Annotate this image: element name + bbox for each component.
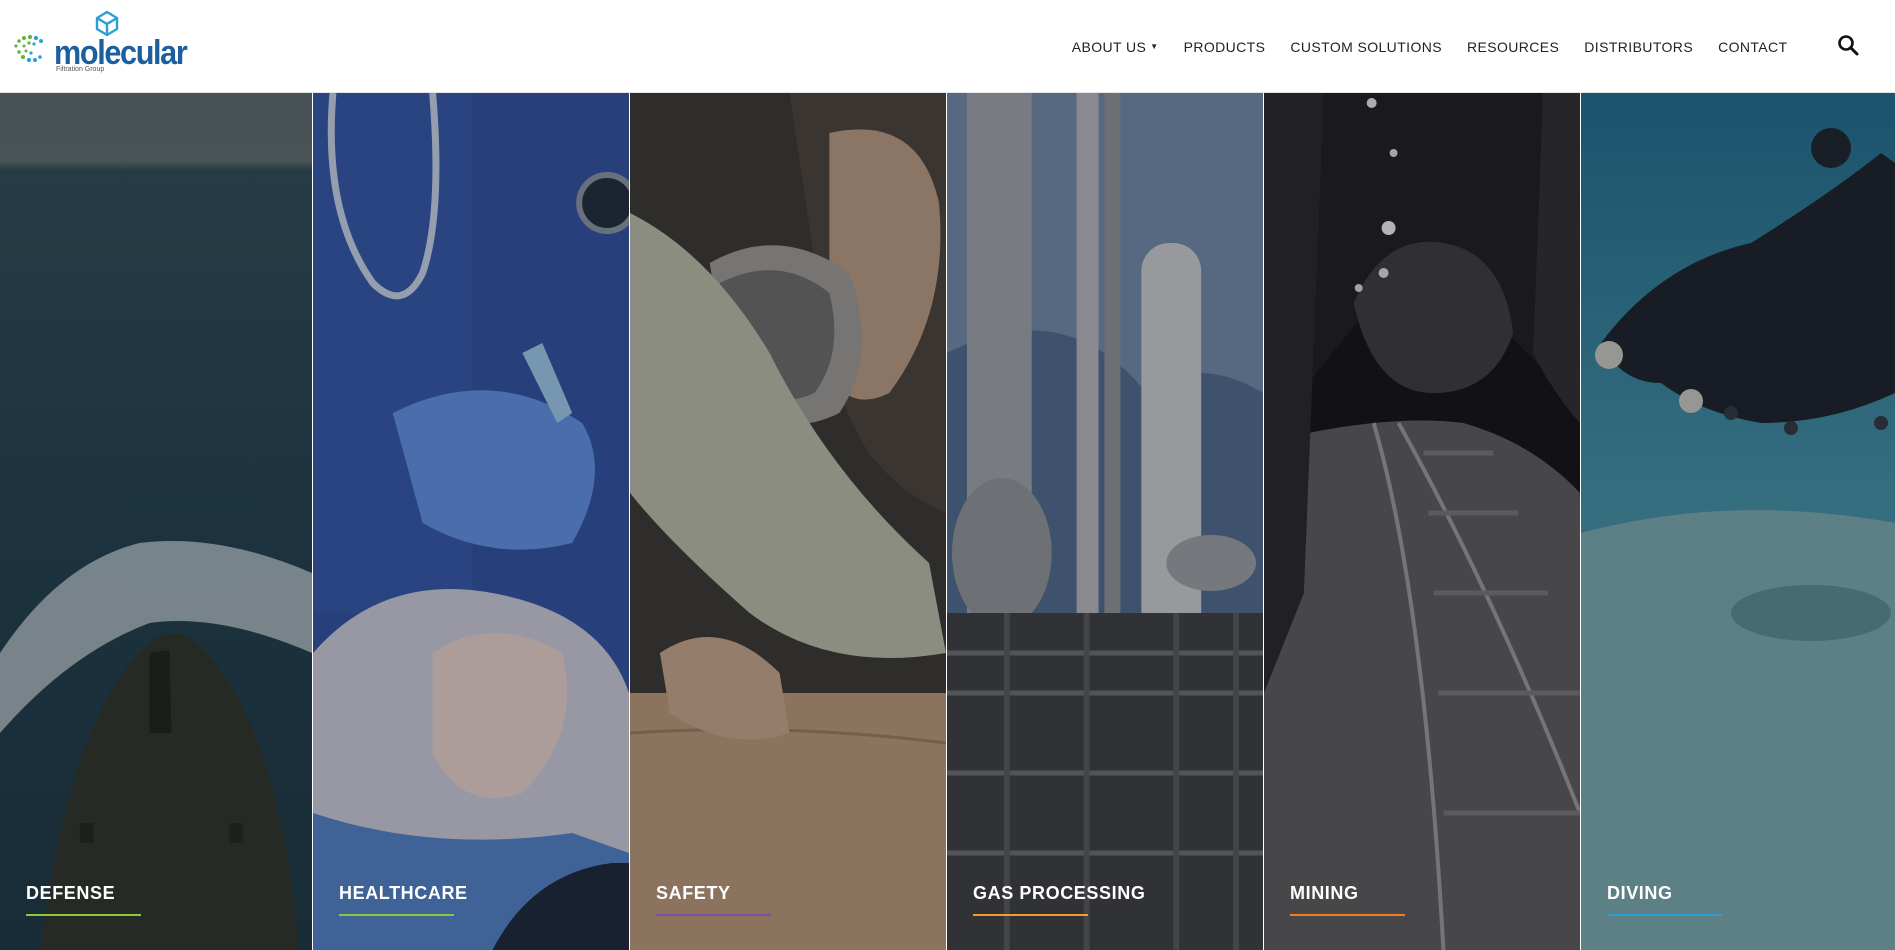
- industry-panels: DEFENSE HEALTHCARE SAFETY GAS PROCESSING…: [0, 93, 1895, 950]
- nav-item-label: ABOUT US: [1071, 38, 1147, 55]
- panel-label: DIVING: [1607, 883, 1673, 903]
- hexagon-cube-icon: [95, 10, 119, 37]
- main-nav: ABOUT US ▼ PRODUCTS CUSTOM SOLUTIONS RES…: [1059, 0, 1800, 93]
- nav-item-products[interactable]: PRODUCTS: [1171, 39, 1278, 55]
- molecular-logo[interactable]: molecular Filtration Group: [10, 10, 188, 80]
- logo-tagline: Filtration Group: [56, 66, 105, 73]
- panel-defense[interactable]: DEFENSE: [0, 93, 313, 950]
- panel-label: DEFENSE: [26, 883, 116, 903]
- panel-label: MINING: [1290, 883, 1359, 903]
- panel-overlay: [1264, 93, 1580, 950]
- panel-overlay: [947, 93, 1263, 950]
- panel-underline: [656, 914, 771, 916]
- search-button[interactable]: [1837, 34, 1859, 56]
- nav-item-contact[interactable]: CONTACT: [1706, 39, 1800, 55]
- panel-gas-processing[interactable]: GAS PROCESSING: [947, 93, 1264, 950]
- nav-item-label: RESOURCES: [1466, 38, 1560, 55]
- nav-item-resources[interactable]: RESOURCES: [1454, 39, 1571, 55]
- panel-underline: [973, 914, 1088, 916]
- panel-label: SAFETY: [656, 883, 731, 903]
- panel-underline: [1607, 914, 1722, 916]
- nav-item-label: CONTACT: [1718, 38, 1788, 55]
- panel-label: HEALTHCARE: [339, 883, 468, 903]
- panel-label: GAS PROCESSING: [973, 883, 1146, 903]
- panel-overlay: [0, 93, 312, 950]
- caret-down-icon: ▼: [1150, 42, 1159, 51]
- panel-overlay: [1581, 93, 1895, 950]
- panel-underline: [26, 914, 141, 916]
- nav-item-about-us[interactable]: ABOUT US ▼: [1059, 39, 1171, 55]
- nav-item-label: CUSTOM SOLUTIONS: [1290, 38, 1442, 55]
- site-header: molecular Filtration Group ABOUT US ▼ PR…: [0, 0, 1895, 93]
- panel-underline: [339, 914, 454, 916]
- swirl-dots-icon: [14, 34, 43, 63]
- nav-item-custom-solutions[interactable]: CUSTOM SOLUTIONS: [1278, 39, 1455, 55]
- nav-item-label: PRODUCTS: [1183, 38, 1266, 55]
- panel-underline: [1290, 914, 1405, 916]
- panel-diving[interactable]: DIVING: [1581, 93, 1895, 950]
- panel-overlay: [630, 93, 946, 950]
- panel-healthcare[interactable]: HEALTHCARE: [313, 93, 630, 950]
- panel-mining[interactable]: MINING: [1264, 93, 1581, 950]
- nav-item-label: DISTRIBUTORS: [1584, 38, 1694, 55]
- search-icon: [1838, 35, 1859, 56]
- panel-safety[interactable]: SAFETY: [630, 93, 947, 950]
- panel-overlay: [313, 93, 629, 950]
- nav-item-distributors[interactable]: DISTRIBUTORS: [1572, 39, 1706, 55]
